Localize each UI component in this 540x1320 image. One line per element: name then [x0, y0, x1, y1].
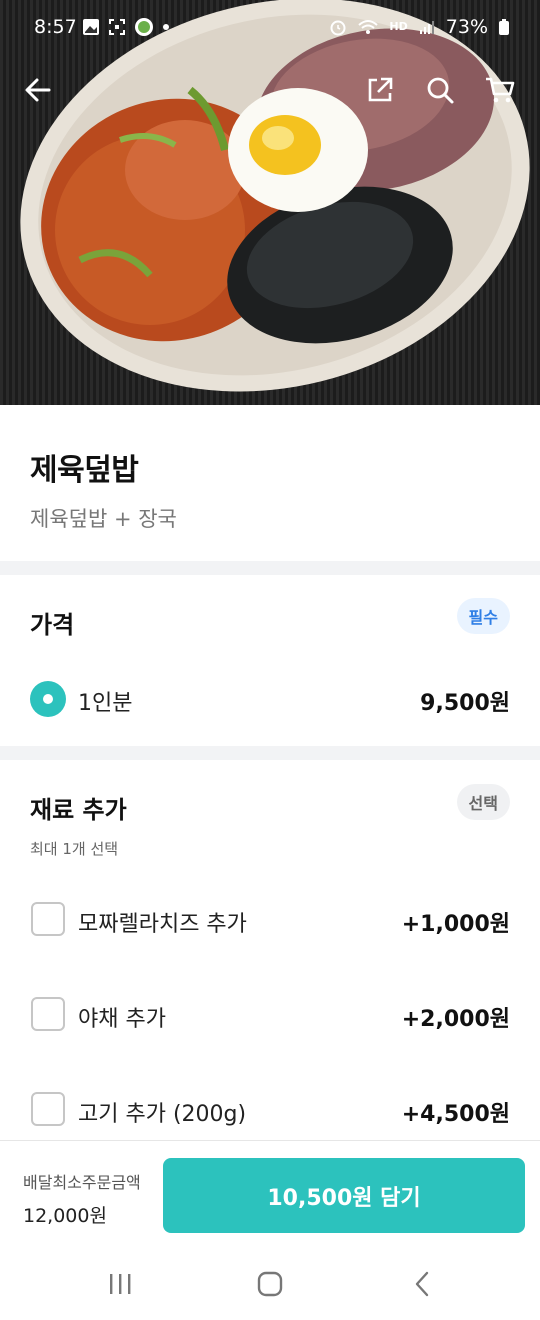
add-option-label: 고기 추가 (200g) [78, 1102, 247, 1127]
checkbox[interactable] [31, 902, 65, 936]
min-order-label: 배달최소주문금액 [23, 1173, 141, 1192]
recent-apps-button[interactable] [100, 1266, 140, 1302]
dot-icon [163, 24, 169, 30]
status-bar: 8:57 HD 73% [0, 0, 540, 56]
add-option-price: +2,000원 [401, 1007, 510, 1032]
add-option-price: +4,500원 [401, 1102, 510, 1127]
menu-hero-image: 8:57 HD 73% [0, 0, 540, 405]
search-icon [427, 77, 454, 104]
price-option-1[interactable]: 1인분 9,500원 [0, 675, 540, 725]
hd-voice-label: HD [389, 20, 408, 33]
signal-icon [419, 21, 434, 34]
optional-badge: 선택 [456, 784, 510, 820]
price-option-group: 가격 필수 1인분 9,500원 [0, 575, 540, 745]
food-photo [20, 0, 530, 392]
wifi-icon [358, 20, 379, 34]
add-option-label: 야채 추가 [78, 1007, 166, 1032]
alarm-icon [330, 20, 346, 36]
menu-info: 제육덮밥 제육덮밥 + 장국 [0, 405, 540, 561]
share-icon [368, 77, 393, 102]
add-option-label: 모짜렐라치즈 추가 [78, 912, 247, 937]
section-divider [0, 746, 540, 760]
cart-icon [486, 77, 515, 103]
home-button[interactable] [250, 1266, 290, 1302]
battery-percent: 73% [445, 16, 488, 38]
system-back-button[interactable] [402, 1266, 442, 1302]
menu-name: 제육덮밥 [30, 453, 139, 488]
min-order-value: 12,000원 [23, 1205, 107, 1227]
add-option-meat[interactable]: 고기 추가 (200g) +4,500원 [0, 1090, 540, 1130]
radio-selected[interactable] [30, 681, 66, 717]
status-time: 8:57 [34, 16, 77, 38]
checkbox[interactable] [31, 1092, 65, 1126]
system-back-icon [415, 1271, 429, 1297]
required-badge: 필수 [456, 598, 510, 634]
share-button[interactable] [358, 68, 402, 112]
cart-button[interactable] [478, 68, 522, 112]
add-section-title: 재료 추가 [30, 796, 127, 824]
price-section-title: 가격 [30, 611, 75, 639]
gallery-icon [83, 19, 99, 35]
price-option-price: 9,500원 [420, 691, 510, 716]
add-option-price: +1,000원 [401, 912, 510, 937]
add-ingredients-group: 재료 추가 선택 최대 1개 선택 모짜렐라치즈 추가 +1,000원 야채 추… [0, 760, 540, 1140]
menu-description: 제육덮밥 + 장국 [30, 507, 177, 531]
checkbox[interactable] [31, 997, 65, 1031]
add-option-vegetable[interactable]: 야채 추가 +2,000원 [0, 995, 540, 1035]
add-option-cheese[interactable]: 모짜렐라치즈 추가 +1,000원 [0, 900, 540, 940]
search-button[interactable] [418, 68, 462, 112]
back-button[interactable] [16, 68, 60, 112]
back-arrow-icon [25, 78, 51, 102]
max-select-note: 최대 1개 선택 [30, 840, 119, 858]
section-divider [0, 561, 540, 575]
screenshot-icon [109, 19, 125, 35]
app-notification-icon [135, 18, 153, 36]
battery-icon [499, 19, 509, 35]
home-icon [257, 1271, 283, 1297]
recent-apps-icon [110, 1274, 131, 1294]
system-nav-bar [0, 1246, 540, 1320]
add-to-cart-button[interactable]: 10,500원 담기 [163, 1158, 525, 1233]
order-bottom-bar: 배달최소주문금액 12,000원 10,500원 담기 [0, 1140, 540, 1246]
price-option-label: 1인분 [78, 691, 133, 716]
